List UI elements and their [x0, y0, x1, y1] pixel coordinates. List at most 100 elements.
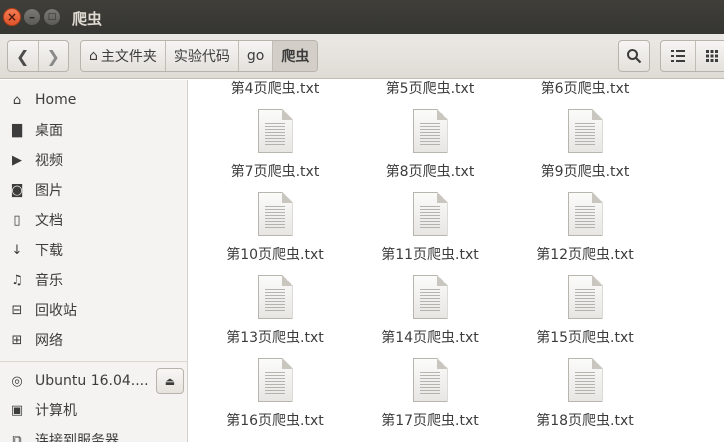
file-item[interactable]: 第12页爬虫.txt	[515, 192, 655, 264]
file-item[interactable]: 第18页爬虫.txt	[515, 358, 655, 430]
close-window-button[interactable]: ×	[3, 8, 21, 26]
maximize-window-button[interactable]: □	[43, 8, 61, 26]
home-icon: ⌂	[89, 48, 98, 64]
breadcrumb-item[interactable]: go	[239, 41, 274, 71]
title-bar: × – □ 爬虫	[0, 0, 724, 34]
breadcrumb-label: 主文件夹	[100, 49, 157, 65]
file-name: 第16页爬虫.txt	[226, 413, 324, 429]
file-item[interactable]: 第6页爬虫.txt	[515, 80, 655, 98]
sidebar-divider	[0, 361, 188, 362]
sidebar-item-label: 计算机	[35, 403, 77, 419]
eject-icon: ⏏	[164, 374, 176, 388]
home-icon: ⌂	[12, 92, 22, 108]
forward-button[interactable]: ❯	[37, 41, 69, 71]
list-view-button[interactable]	[661, 41, 695, 71]
list-view-icon	[670, 50, 685, 62]
sidebar-item-label: 网络	[35, 333, 63, 349]
file-name: 第5页爬虫.txt	[385, 81, 475, 97]
chevron-left-icon: ❮	[16, 46, 30, 66]
text-file-icon	[257, 358, 293, 402]
sidebar-item-label: 音乐	[35, 273, 63, 289]
camera-icon: ◙	[10, 182, 24, 198]
download-icon: ↓	[11, 242, 23, 258]
trash-icon: ⊟	[11, 302, 23, 318]
file-item[interactable]: 第10页爬虫.txt	[205, 192, 345, 264]
file-name: 第17页爬虫.txt	[381, 413, 479, 429]
sidebar-item-trash[interactable]: ⊟ 回收站	[0, 295, 188, 325]
file-item[interactable]: 第13页爬虫.txt	[205, 275, 345, 347]
music-icon: ♫	[11, 272, 23, 288]
search-button[interactable]	[618, 40, 650, 72]
file-item[interactable]: 第14页爬虫.txt	[360, 275, 500, 347]
view-toggle	[660, 40, 724, 72]
file-item[interactable]: 第16页爬虫.txt	[205, 358, 345, 430]
file-item[interactable]: 第9页爬虫.txt	[515, 109, 655, 181]
text-file-icon	[412, 358, 448, 402]
minimize-window-button[interactable]: –	[23, 8, 41, 26]
document-icon: ▯	[13, 212, 21, 228]
file-item[interactable]: 第7页爬虫.txt	[205, 109, 345, 181]
text-file-icon	[412, 109, 448, 153]
sidebar-item-pictures[interactable]: ◙ 图片	[0, 175, 188, 205]
sidebar-item-label: 图片	[35, 183, 63, 199]
sidebar-item-connect-server[interactable]: ⧉ 连接到服务器	[0, 425, 188, 442]
sidebar-item-home[interactable]: ⌂ Home	[0, 85, 188, 115]
file-name: 第4页爬虫.txt	[230, 81, 320, 97]
back-button[interactable]: ❮	[8, 41, 38, 71]
computer-icon: ▣	[10, 402, 24, 418]
file-item[interactable]: 第11页爬虫.txt	[360, 192, 500, 264]
breadcrumb: ⌂ 主文件夹 实验代码 go 爬虫	[80, 40, 319, 72]
network-icon: ⊞	[11, 332, 23, 348]
sidebar-item-label: Ubuntu 16.04....	[35, 373, 149, 389]
sidebar-item-label: 连接到服务器	[35, 433, 119, 442]
file-name: 第9页爬虫.txt	[540, 164, 630, 180]
file-name: 第10页爬虫.txt	[226, 247, 324, 263]
sidebar-item-desktop[interactable]: ▇ 桌面	[0, 115, 188, 145]
breadcrumb-label: 实验代码	[173, 49, 230, 65]
toolbar: ❮ ❯ ⌂ 主文件夹 实验代码 go 爬虫	[0, 34, 724, 79]
breadcrumb-label: go	[246, 48, 265, 64]
text-file-icon	[257, 275, 293, 319]
breadcrumb-current[interactable]: 爬虫	[273, 41, 318, 71]
sidebar-item-videos[interactable]: ▶ 视频	[0, 145, 188, 175]
file-view: 第4页爬虫.txt 第5页爬虫.txt 第6页爬虫.txt 第7页爬虫.txt …	[189, 80, 724, 442]
grid-view-button[interactable]	[694, 41, 724, 71]
sidebar-item-network[interactable]: ⊞ 网络	[0, 325, 188, 355]
sidebar-item-downloads[interactable]: ↓ 下载	[0, 235, 188, 265]
text-file-icon	[412, 275, 448, 319]
file-name: 第11页爬虫.txt	[381, 247, 479, 263]
breadcrumb-label: 爬虫	[281, 49, 310, 65]
file-item[interactable]: 第15页爬虫.txt	[515, 275, 655, 347]
text-file-icon	[567, 109, 603, 153]
text-file-icon	[567, 358, 603, 402]
chevron-right-icon: ❯	[46, 46, 60, 66]
file-item[interactable]: 第4页爬虫.txt	[205, 80, 345, 98]
file-name: 第18页爬虫.txt	[536, 413, 634, 429]
text-file-icon	[412, 192, 448, 236]
file-name: 第12页爬虫.txt	[536, 247, 634, 263]
search-icon	[627, 49, 642, 64]
sidebar-item-label: 回收站	[35, 303, 77, 319]
file-name: 第7页爬虫.txt	[230, 164, 320, 180]
file-name: 第6页爬虫.txt	[540, 81, 630, 97]
file-name: 第8页爬虫.txt	[385, 164, 475, 180]
file-item[interactable]: 第8页爬虫.txt	[360, 109, 500, 181]
file-name: 第14页爬虫.txt	[381, 330, 479, 346]
nav-buttons: ❮ ❯	[7, 40, 69, 72]
eject-button[interactable]: ⏏	[156, 368, 184, 394]
file-name: 第13页爬虫.txt	[226, 330, 324, 346]
file-item[interactable]: 第5页爬虫.txt	[360, 80, 500, 98]
text-file-icon	[257, 192, 293, 236]
close-icon: ×	[6, 10, 18, 24]
file-item[interactable]: 第17页爬虫.txt	[360, 358, 500, 430]
maximize-icon: □	[47, 11, 57, 22]
sidebar-item-music[interactable]: ♫ 音乐	[0, 265, 188, 295]
sidebar-item-computer[interactable]: ▣ 计算机	[0, 395, 188, 425]
sidebar-item-documents[interactable]: ▯ 文档	[0, 205, 188, 235]
sidebar-item-label: 文档	[35, 213, 63, 229]
breadcrumb-home[interactable]: ⌂ 主文件夹	[81, 41, 166, 71]
server-icon: ⧉	[12, 432, 22, 442]
breadcrumb-item[interactable]: 实验代码	[166, 41, 239, 71]
text-file-icon	[257, 109, 293, 153]
disc-icon: ◎	[11, 373, 23, 389]
